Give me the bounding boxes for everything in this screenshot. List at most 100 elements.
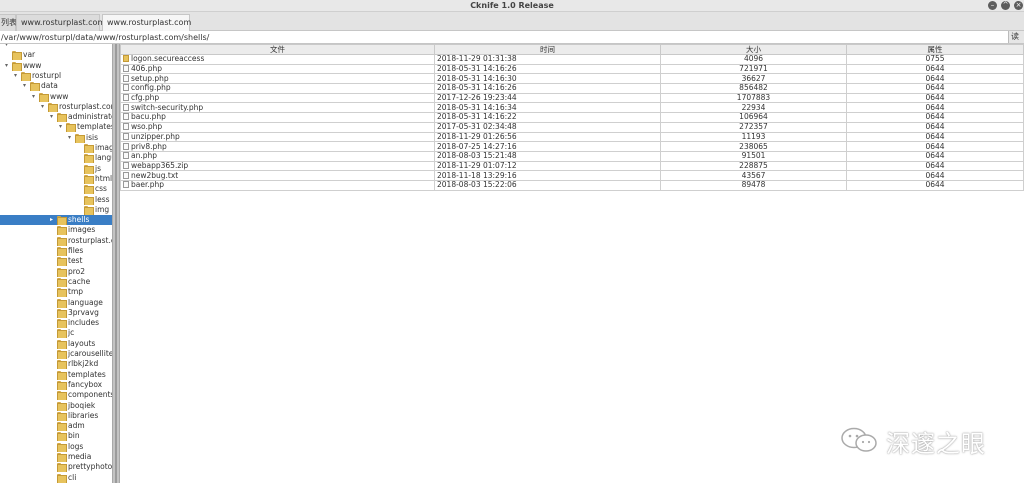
tree-item[interactable]: includes xyxy=(0,318,112,329)
tree-item[interactable]: ▾ templates xyxy=(0,122,112,133)
tree-item[interactable]: ▾ www xyxy=(0,92,112,102)
file-icon xyxy=(123,171,129,179)
file-name-cell[interactable]: config.php xyxy=(120,83,435,94)
tree-item[interactable]: language xyxy=(0,298,112,308)
tree-item[interactable]: rosturplast.com xyxy=(0,236,112,246)
file-name-cell[interactable]: 406.php xyxy=(120,63,435,75)
file-name-cell[interactable]: bacu.php xyxy=(120,112,435,123)
tree-item[interactable]: ▸ shells xyxy=(0,215,112,226)
table-row[interactable]: baer.php 2018-08-03 15:22:06 89478 0644 xyxy=(120,179,1024,191)
tree-item[interactable]: jc xyxy=(0,328,112,339)
tree-item-label: templates xyxy=(68,369,106,379)
tree-item[interactable]: tmp xyxy=(0,287,112,298)
file-name-cell[interactable]: baer.php xyxy=(120,179,435,191)
tree-expander-icon[interactable]: ▾ xyxy=(66,133,73,143)
tree-item[interactable]: ▾ isis xyxy=(0,133,112,143)
tree-item[interactable]: cli xyxy=(0,473,112,483)
read-button[interactable]: 读取 xyxy=(1008,31,1024,43)
tree-item[interactable]: var xyxy=(0,50,112,61)
table-row[interactable]: new2bug.txt 2018-11-18 13:29:16 43567 0644 xyxy=(120,170,1024,181)
file-name-cell[interactable]: webapp365.zip xyxy=(120,160,435,172)
table-row[interactable]: setup.php 2018-05-31 14:16:30 36627 0644 xyxy=(120,73,1024,85)
folder-icon xyxy=(57,453,67,462)
folder-icon xyxy=(57,329,67,339)
column-header-time[interactable]: 时间 xyxy=(434,44,661,55)
tree-item[interactable]: prettyphoto xyxy=(0,462,112,473)
pane-splitter[interactable] xyxy=(112,44,120,483)
tree-item[interactable]: ▾ www xyxy=(0,61,112,71)
tree-item[interactable]: rlbkj2kd xyxy=(0,359,112,370)
table-row[interactable]: unzipper.php 2018-11-29 01:26:56 11193 0644 xyxy=(120,131,1024,143)
table-row[interactable]: cfg.php 2017-12-26 19:23:44 1707883 0644 xyxy=(120,92,1024,104)
tree-item[interactable]: jboqiek xyxy=(0,401,112,411)
tree-expander-icon[interactable]: ▾ xyxy=(30,92,37,102)
tree-expander-icon[interactable]: ▾ xyxy=(12,71,19,81)
tree-item[interactable]: cache xyxy=(0,277,112,287)
table-row[interactable]: an.php 2018-08-03 15:21:48 91501 0644 xyxy=(120,150,1024,162)
tree-item[interactable]: files xyxy=(0,246,112,256)
table-row[interactable]: wso.php 2017-05-31 02:34:48 272357 0644 xyxy=(120,121,1024,133)
directory-tree[interactable]: ▾ var ▾ www ▾ rosturpl ▾ data ▾ www ▾ rosturplast.c… xyxy=(0,44,112,483)
tree-item[interactable]: bin xyxy=(0,431,112,442)
tree-expander-icon[interactable]: ▾ xyxy=(21,81,28,91)
table-row[interactable]: bacu.php 2018-05-31 14:16:22 106964 0644 xyxy=(120,112,1024,123)
file-name-cell[interactable]: switch-security.php xyxy=(120,102,435,114)
minimize-icon[interactable]: – xyxy=(988,1,997,10)
table-row[interactable]: logon.secureaccess 2018-11-29 01:31:38 409… xyxy=(120,54,1024,65)
tree-item[interactable]: libraries xyxy=(0,411,112,421)
tree-item[interactable]: html xyxy=(0,174,112,184)
tree-item[interactable]: templates xyxy=(0,370,112,380)
tree-item[interactable]: logs xyxy=(0,442,112,452)
column-header-file[interactable]: 文件 xyxy=(120,44,435,55)
tree-item[interactable]: test xyxy=(0,256,112,267)
tree-item[interactable]: js xyxy=(0,164,112,174)
table-row[interactable]: 406.php 2018-05-31 14:16:26 721971 0644 xyxy=(120,63,1024,75)
tree-item[interactable]: images xyxy=(0,143,112,153)
tree-expander-icon[interactable]: ▸ xyxy=(48,215,55,225)
folder-icon xyxy=(57,350,67,359)
tree-item[interactable]: ▾ administrator xyxy=(0,112,112,123)
tree-item[interactable]: less xyxy=(0,195,112,205)
tree-item[interactable]: layouts xyxy=(0,339,112,349)
tree-item[interactable]: fancybox xyxy=(0,380,112,390)
table-row[interactable]: switch-security.php 2018-05-31 14:16:34 22… xyxy=(120,102,1024,114)
file-name-cell[interactable]: cfg.php xyxy=(120,92,435,104)
tree-item[interactable]: pro2 xyxy=(0,267,112,277)
table-row[interactable]: priv8.php 2018-07-25 14:27:16 238065 0644 xyxy=(120,141,1024,152)
file-name-cell[interactable]: logon.secureaccess xyxy=(120,54,435,65)
file-name-cell[interactable]: wso.php xyxy=(120,121,435,133)
file-name-cell[interactable]: setup.php xyxy=(120,73,435,85)
file-name-cell[interactable]: priv8.php xyxy=(120,141,435,152)
tree-item[interactable]: images xyxy=(0,225,112,236)
tree-item[interactable]: language xyxy=(0,153,112,164)
tree-item[interactable]: img xyxy=(0,205,112,215)
table-row[interactable]: webapp365.zip 2018-11-29 01:07:12 228875 06… xyxy=(120,160,1024,172)
tree-item[interactable]: css xyxy=(0,184,112,195)
tree-item[interactable]: 3prvavg xyxy=(0,308,112,318)
tree-item[interactable]: adm xyxy=(0,421,112,432)
table-row[interactable]: config.php 2018-05-31 14:16:26 856482 0644 xyxy=(120,83,1024,94)
path-input[interactable] xyxy=(0,31,1008,43)
maximize-icon[interactable]: ^ xyxy=(1001,1,1010,10)
tree-expander-icon[interactable]: ▾ xyxy=(3,44,10,50)
tree-item[interactable]: ▾ data xyxy=(0,81,112,92)
tree-expander-icon[interactable]: ▾ xyxy=(57,122,64,132)
tab-list[interactable]: 列表 xyxy=(0,14,17,31)
tree-item[interactable]: ▾ rosturpl xyxy=(0,71,112,81)
file-name-cell[interactable]: unzipper.php xyxy=(120,131,435,143)
tree-item[interactable]: jcarousellite xyxy=(0,349,112,359)
close-icon[interactable]: × xyxy=(1014,1,1023,10)
column-header-attr[interactable]: 属性 xyxy=(846,44,1024,55)
tree-expander-icon[interactable]: ▾ xyxy=(39,102,46,112)
file-name-cell[interactable]: an.php xyxy=(120,150,435,162)
tree-expander-icon[interactable]: ▾ xyxy=(3,61,10,71)
tab-site-2[interactable]: www.rosturplast.com xyxy=(102,14,191,31)
column-header-size[interactable]: 大小 xyxy=(660,44,847,55)
tree-item[interactable]: media xyxy=(0,452,112,462)
tab-site-1[interactable]: www.rosturplast.com xyxy=(16,14,105,31)
tree-item[interactable]: components xyxy=(0,390,112,401)
tree-item[interactable]: ▾ xyxy=(0,44,112,50)
tree-expander-icon[interactable]: ▾ xyxy=(48,112,55,122)
file-name-cell[interactable]: new2bug.txt xyxy=(120,170,435,181)
tree-item[interactable]: ▾ rosturplast.com xyxy=(0,102,112,112)
